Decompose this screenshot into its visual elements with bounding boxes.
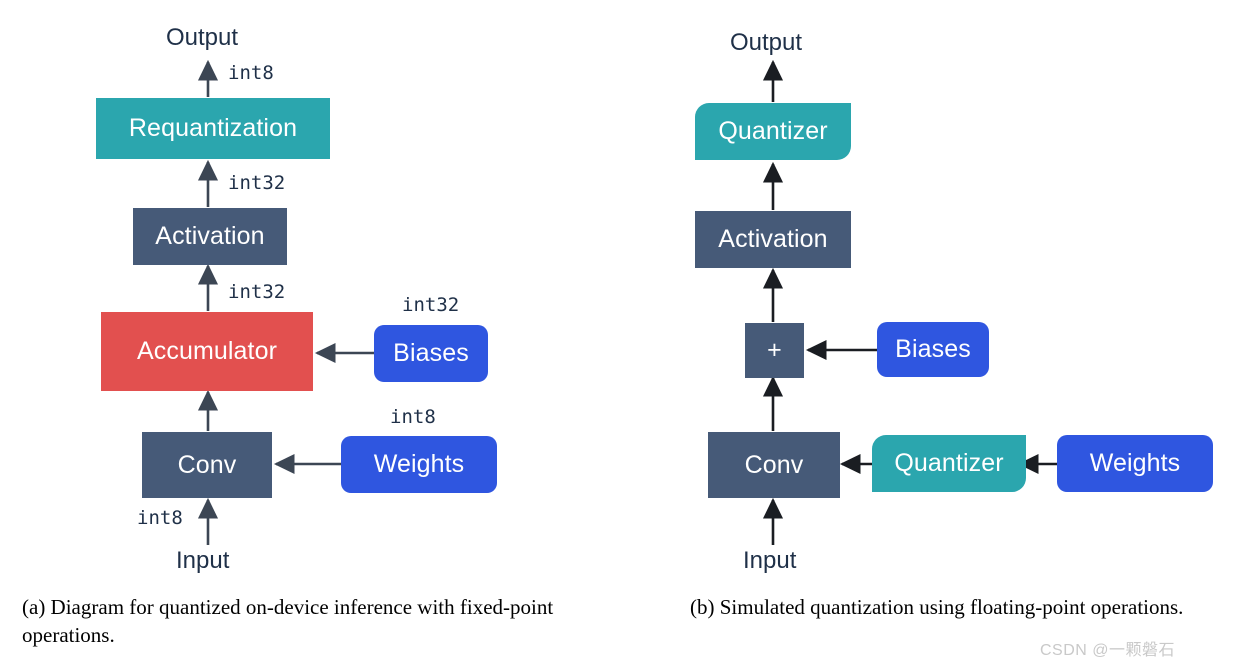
node-biases[interactable]: Biases xyxy=(374,325,488,382)
node-quantizer-weights[interactable]: Quantizer xyxy=(872,435,1026,492)
figure-quantization-diagrams: Output int8 Requantization int32 Activat… xyxy=(0,0,1234,669)
node-weights[interactable]: Weights xyxy=(1057,435,1213,492)
panel-b-simulated-quantization: Output Quantizer Activation + Biases Con… xyxy=(630,0,1234,669)
edge-label-weights-dtype: int8 xyxy=(390,406,436,428)
node-conv[interactable]: Conv xyxy=(142,432,272,498)
node-biases[interactable]: Biases xyxy=(877,322,989,377)
label-input: Input xyxy=(176,547,230,574)
label-output: Output xyxy=(730,29,803,56)
node-accumulator[interactable]: Accumulator xyxy=(101,312,313,391)
label-input: Input xyxy=(743,547,797,574)
caption-panel-a: (a) Diagram for quantized on-device infe… xyxy=(22,595,554,647)
node-conv[interactable]: Conv xyxy=(708,432,840,498)
edge-label-output-dtype: int8 xyxy=(228,62,274,84)
edge-label-requant-in-dtype: int32 xyxy=(228,172,286,194)
label-output: Output xyxy=(166,24,239,51)
edge-label-input-dtype: int8 xyxy=(137,507,183,529)
edge-label-activation-in-dtype: int32 xyxy=(228,281,286,303)
watermark-csdn: CSDN @一颗磐石 xyxy=(1040,642,1176,659)
node-weights[interactable]: Weights xyxy=(341,436,497,493)
caption-panel-b: (b) Simulated quantization using floatin… xyxy=(690,595,1184,619)
node-requantization[interactable]: Requantization xyxy=(96,98,330,159)
node-quantizer-activation[interactable]: Quantizer xyxy=(695,103,851,160)
edge-label-biases-dtype: int32 xyxy=(402,294,460,316)
panel-a-quantized-inference: Output int8 Requantization int32 Activat… xyxy=(0,0,630,669)
node-adder[interactable]: + xyxy=(745,323,804,378)
node-activation[interactable]: Activation xyxy=(695,211,851,268)
node-activation[interactable]: Activation xyxy=(133,208,287,265)
